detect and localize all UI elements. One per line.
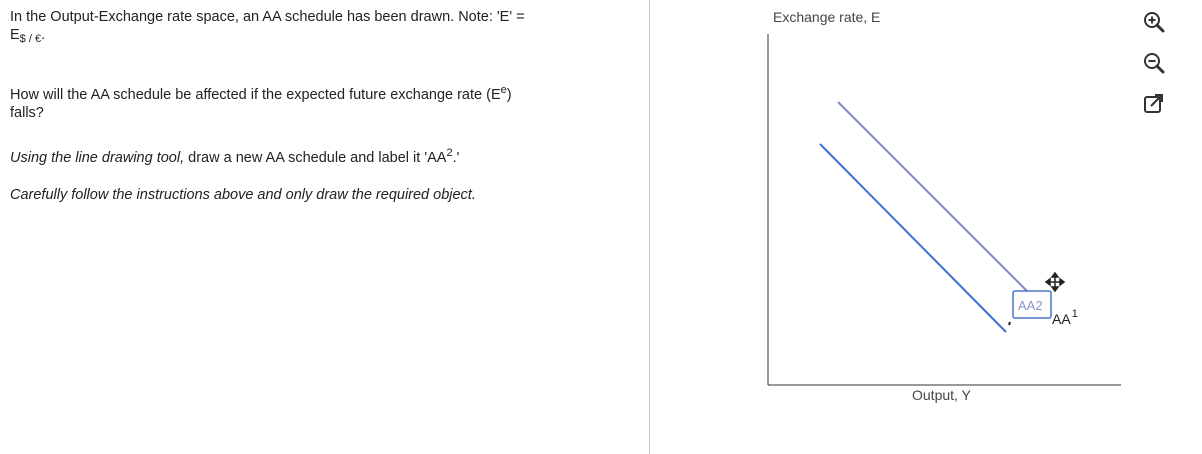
question-prompt: How will the AA schedule be affected if … bbox=[10, 81, 630, 122]
aa2-label: AA2 bbox=[1018, 298, 1043, 313]
aa2-label-box[interactable]: AA2 bbox=[1012, 290, 1052, 319]
graph-canvas[interactable]: AA2 AA1 bbox=[650, 0, 1150, 454]
instruction: Using the line drawing tool, draw a new … bbox=[10, 144, 630, 167]
instruction-end: .' bbox=[452, 150, 460, 166]
question-intro: In the Output-Exchange rate space, an AA… bbox=[10, 8, 630, 48]
zoom-out-icon[interactable] bbox=[1142, 51, 1166, 75]
instruction-italic: Using the line drawing tool, bbox=[10, 150, 185, 166]
move-handle-icon[interactable] bbox=[1044, 271, 1066, 293]
graph-toolbar bbox=[1142, 10, 1170, 133]
aa1-label: AA1 bbox=[1052, 308, 1078, 327]
instruction-text: draw a new AA schedule and label it 'AA bbox=[184, 150, 447, 166]
careful-note: Carefully follow the instructions above … bbox=[10, 187, 476, 203]
zoom-in-icon[interactable] bbox=[1142, 10, 1166, 34]
line-endpoint-marker bbox=[1008, 321, 1011, 326]
e-trailing: . bbox=[41, 27, 46, 43]
prompt-text: How will the AA schedule be affected if … bbox=[10, 87, 501, 103]
intro-text: In the Output-Exchange rate space, an AA… bbox=[10, 9, 525, 25]
graph-area[interactable]: Exchange rate, E Output, Y AA2 AA1 bbox=[650, 0, 1150, 454]
question-panel: In the Output-Exchange rate space, an AA… bbox=[10, 8, 630, 204]
aa1-line[interactable] bbox=[819, 143, 1007, 333]
e-symbol: E bbox=[10, 27, 20, 43]
prompt-close: ) bbox=[506, 87, 512, 103]
e-subscript: $ / € bbox=[19, 33, 42, 45]
aa2-line[interactable] bbox=[837, 101, 1032, 296]
prompt-line2: falls? bbox=[10, 105, 44, 121]
popout-icon[interactable] bbox=[1142, 92, 1166, 116]
